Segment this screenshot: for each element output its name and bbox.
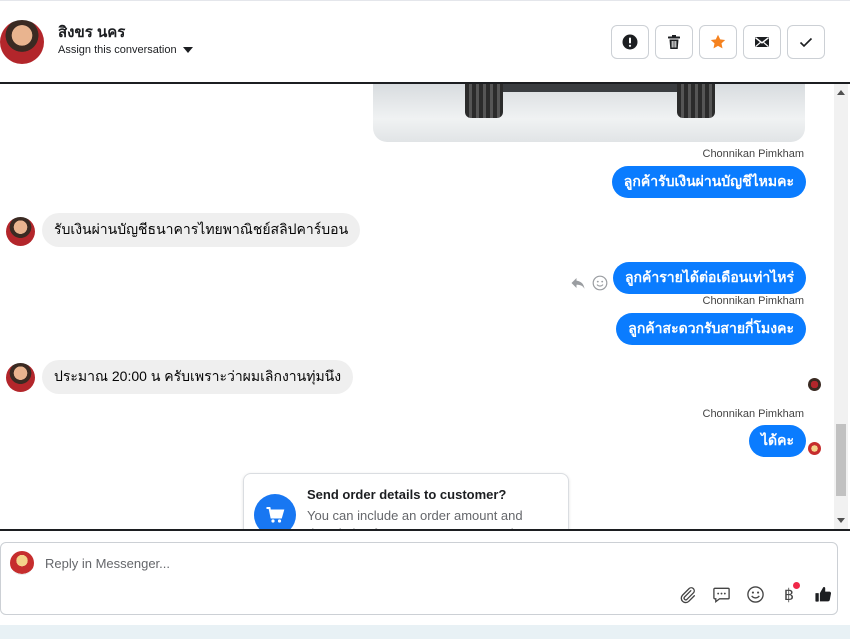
order-details-prompt[interactable]: Send order details to customer? You can … — [243, 473, 569, 529]
reply-composer: ฿ — [0, 542, 838, 615]
header-actions — [611, 25, 825, 59]
payment-button[interactable]: ฿ — [779, 582, 800, 605]
saved-replies-button[interactable] — [711, 583, 731, 605]
saved-replies-icon — [712, 587, 730, 603]
reply-icon[interactable] — [570, 275, 586, 291]
scroll-up-arrow-icon[interactable] — [837, 90, 845, 95]
emoji-button[interactable] — [745, 583, 765, 605]
message-hover-actions — [570, 275, 608, 291]
order-card-description: You can include an order amount and desc… — [307, 508, 533, 529]
mark-unread-button[interactable] — [743, 25, 781, 59]
react-emoji-icon[interactable] — [592, 275, 608, 291]
mark-spam-button[interactable] — [611, 25, 649, 59]
assign-label: Assign this conversation — [58, 44, 177, 56]
message-thread[interactable]: Chonnikan Pimkham ลูกค้ารับเงินผ่านบัญชี… — [0, 82, 850, 531]
conversation-header: สิงขร นคร Assign this conversation — [0, 0, 850, 82]
emoji-icon — [746, 585, 764, 603]
contact-avatar-small — [6, 363, 35, 392]
notification-dot — [793, 582, 800, 589]
outgoing-message[interactable]: ได้คะ — [748, 425, 806, 457]
read-receipt-avatar — [808, 442, 821, 455]
check-icon — [799, 37, 813, 48]
envelope-icon — [755, 37, 769, 47]
star-icon — [710, 34, 726, 49]
outgoing-message[interactable]: ลูกค้ารายได้ต่อเดือนเท่าไหร่ — [612, 262, 806, 294]
thread-scrollbar[interactable] — [834, 84, 848, 529]
contact-avatar-small — [6, 217, 35, 246]
attach-file-button[interactable] — [677, 583, 697, 605]
page-avatar — [10, 551, 34, 575]
delete-button[interactable] — [655, 25, 693, 59]
incoming-message[interactable]: ประมาณ 20:00 น ครับเพราะว่าผมเลิกงานทุ่ม… — [42, 360, 354, 394]
outgoing-message[interactable]: ลูกค้าสะดวกรับสายกี่โมงคะ — [616, 313, 806, 345]
shopping-cart-icon — [254, 494, 296, 529]
thumbs-up-icon — [814, 586, 831, 602]
composer-toolbar: ฿ — [677, 582, 833, 605]
paperclip-icon — [680, 586, 695, 603]
seen-indicator-avatar — [808, 378, 821, 391]
incoming-message[interactable]: รับเงินผ่านบัญชีธนาคารไทยพาณิชย์สลิปคาร์… — [42, 213, 361, 247]
sender-name: Chonnikan Pimkham — [702, 295, 805, 307]
car-image-tire — [677, 84, 715, 118]
alert-icon — [622, 34, 638, 50]
trash-icon — [668, 35, 680, 49]
outgoing-message[interactable]: ลูกค้ารับเงินผ่านบัญชีไหมคะ — [611, 166, 806, 198]
scroll-thumb[interactable] — [836, 424, 846, 496]
car-image-tire — [465, 84, 503, 118]
contact-name[interactable]: สิงขร นคร — [58, 20, 125, 44]
sender-name: Chonnikan Pimkham — [702, 408, 805, 420]
sender-name: Chonnikan Pimkham — [702, 148, 805, 160]
footer-strip — [0, 625, 850, 639]
contact-avatar[interactable] — [0, 20, 44, 64]
scroll-down-arrow-icon[interactable] — [837, 518, 845, 523]
mark-done-button[interactable] — [787, 25, 825, 59]
image-attachment[interactable] — [373, 84, 805, 142]
order-card-title: Send order details to customer? — [307, 487, 507, 502]
car-image-body — [503, 84, 683, 92]
reply-input[interactable] — [45, 553, 645, 573]
assign-conversation-dropdown[interactable]: Assign this conversation — [58, 44, 193, 56]
star-button[interactable] — [699, 25, 737, 59]
caret-down-icon — [182, 47, 193, 53]
like-button[interactable] — [813, 583, 833, 605]
